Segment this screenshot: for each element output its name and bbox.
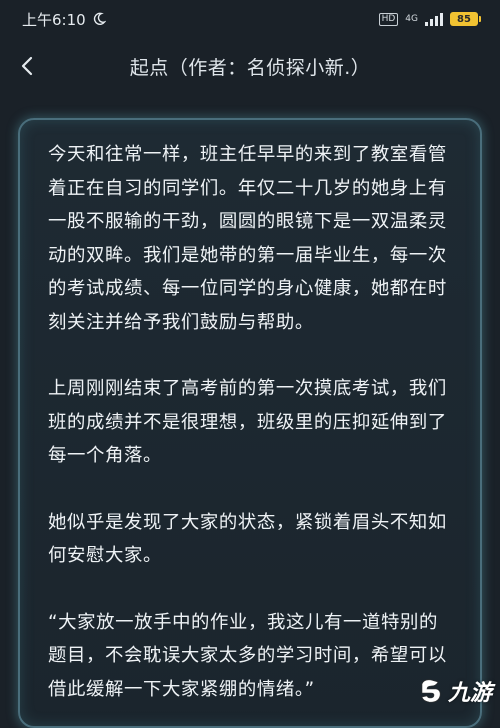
watermark: 九游 — [416, 675, 492, 707]
nav-bar: 起点（作者：名侦探小新.） — [0, 38, 500, 94]
reading-card[interactable]: 今天和往常一样，班主任早早的来到了教室看管着正在自习的同学们。年仅二十几岁的她身… — [18, 118, 482, 728]
watermark-text: 九游 — [447, 681, 492, 706]
network-type: 4G — [405, 14, 418, 24]
watermark-logo-icon — [421, 679, 441, 703]
network-indicator: 4G — [405, 14, 418, 24]
paragraph: “大家放一放手中的作业，我这儿有一道特别的题目，不会耽误大家太多的学习时间，希望… — [48, 611, 447, 700]
status-bar: 上午6:10 HD 4G 85 — [0, 0, 500, 38]
page-title: 起点（作者：名侦探小新.） — [129, 56, 371, 79]
paragraph: 她似乎是发现了大家的状态，紧锁着眉头不知如何安慰大家。 — [48, 511, 447, 567]
hd-indicator: HD — [378, 12, 399, 26]
signal-icon — [425, 12, 443, 26]
back-button[interactable] — [8, 46, 48, 86]
chevron-left-icon — [21, 56, 33, 76]
status-right: HD 4G 85 — [378, 12, 481, 26]
paragraph: 上周刚刚结束了高考前的第一次摸底考试，我们班的成绩并不是很理想，班级里的压抑延伸… — [48, 378, 447, 466]
status-time: 上午6:10 — [22, 10, 86, 29]
battery-level: 85 — [457, 13, 471, 25]
status-left: 上午6:10 — [22, 9, 107, 30]
moon-icon — [92, 12, 107, 26]
paragraph: 今天和往常一样，班主任早早的来到了教室看管着正在自习的同学们。年仅二十几岁的她身… — [48, 144, 447, 333]
battery-icon: 85 — [450, 12, 481, 26]
